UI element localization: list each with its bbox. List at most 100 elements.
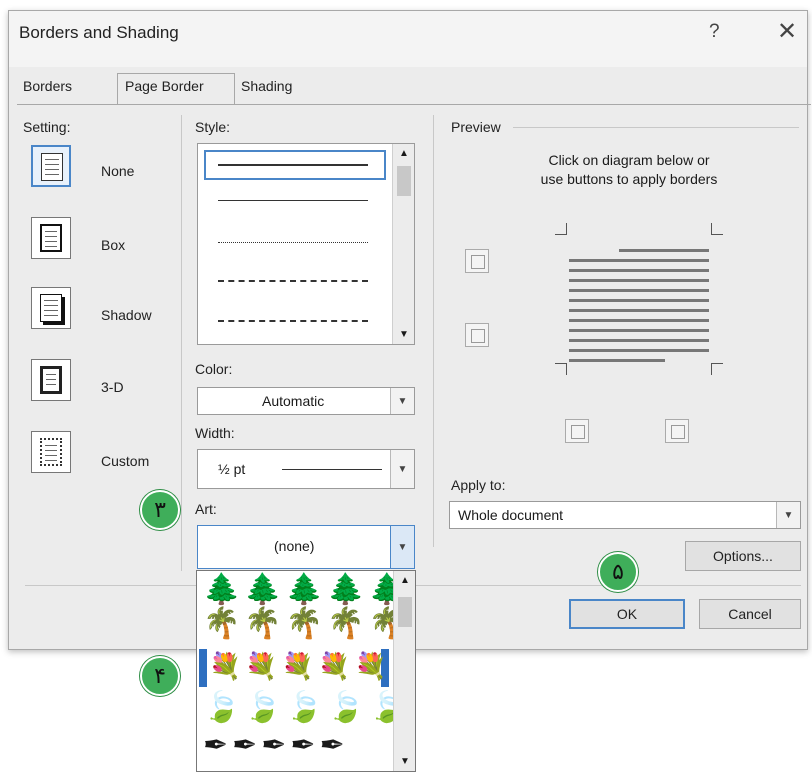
step-5-badge: ۵ [598, 552, 638, 592]
help-button[interactable]: ? [709, 21, 720, 43]
pen-nib-icon: ✒ [290, 729, 316, 762]
scroll-up-icon[interactable]: ▲ [400, 575, 410, 586]
art-option-pen[interactable]: ✒ ✒ ✒ ✒ ✒ [203, 731, 345, 761]
palm-tree-icon: 🌴 [203, 607, 241, 640]
preview-instructions: Click on diagram below or use buttons to… [509, 151, 749, 189]
apply-to-value: Whole document [458, 507, 564, 523]
scroll-thumb[interactable] [397, 166, 411, 196]
preview-rule [513, 127, 799, 128]
setting-none-icon[interactable] [31, 145, 71, 187]
setting-shadow-icon[interactable] [31, 287, 71, 329]
options-button[interactable]: Options... [685, 541, 801, 571]
left-border-button[interactable] [565, 419, 589, 443]
top-border-button[interactable] [465, 249, 489, 273]
color-dropdown[interactable]: Automatic ▼ [197, 387, 415, 415]
right-border-button[interactable] [665, 419, 689, 443]
art-option-leaf[interactable]: 🍃 🍃 🍃 🍃 🍃 [203, 693, 406, 723]
art-option-tree[interactable]: 🌲 🌲 🌲 🌲 🌲 [203, 575, 406, 605]
art-options-list[interactable]: 🌲 🌲 🌲 🌲 🌲 🌴 🌴 🌴 🌴 🌴 💐 💐 💐 💐 💐 🍃 🍃 🍃 🍃 🍃 ✒ ✒ ✒ ✒ ✒ ▲ ▼ [196, 570, 416, 772]
chevron-down-icon[interactable]: ▼ [390, 388, 414, 414]
leaf-icon: 🍃 [285, 691, 324, 724]
art-option-palm[interactable]: 🌴 🌴 🌴 🌴 🌴 [203, 609, 406, 639]
corner-mark [555, 223, 567, 235]
tab-page-border[interactable]: Page Border [125, 78, 204, 94]
preview-page-lines [569, 241, 709, 362]
corner-mark [555, 363, 567, 375]
close-button[interactable]: ✕ [777, 17, 797, 46]
chevron-down-icon[interactable]: ▼ [390, 450, 414, 488]
style-dashed-line[interactable] [218, 280, 368, 282]
style-dotted-line[interactable] [218, 242, 368, 243]
dialog-title: Borders and Shading [19, 23, 179, 42]
palm-tree-icon: 🌴 [327, 607, 365, 640]
cancel-button[interactable]: Cancel [699, 599, 801, 629]
width-value: ½ pt [218, 461, 246, 477]
setting-box-label[interactable]: Box [101, 237, 125, 253]
setting-shadow-label[interactable]: Shadow [101, 307, 152, 323]
color-label: Color: [195, 361, 233, 377]
flower-row: 💐 💐 💐 💐 💐 [209, 653, 387, 679]
pen-nib-icon: ✒ [261, 729, 287, 762]
leaf-icon: 🍃 [244, 691, 282, 724]
art-option-flower-highlighted[interactable]: 💐 💐 💐 💐 💐 [199, 649, 389, 687]
ok-button[interactable]: OK [569, 599, 685, 629]
step-4-badge: ۴ [140, 656, 180, 696]
width-label: Width: [195, 425, 235, 441]
flower-bouquet-icon: 💐 [354, 651, 387, 681]
leaf-icon: 🍃 [203, 691, 241, 724]
palm-tree-icon: 🌴 [244, 607, 282, 640]
tree-icon: 🌲 [244, 573, 282, 606]
corner-mark [711, 223, 723, 235]
setting-box-icon[interactable] [31, 217, 71, 259]
title-bar: Borders and Shading ? ✕ [9, 11, 807, 67]
flower-bouquet-icon: 💐 [209, 651, 242, 681]
style-dash-dot-line[interactable] [218, 320, 368, 322]
tab-shading[interactable]: Shading [241, 78, 292, 94]
setting-label: Setting: [23, 119, 71, 135]
style-scrollbar[interactable]: ▲ ▼ [392, 144, 414, 344]
preview-instructions-line1: Click on diagram below or [548, 152, 710, 168]
chevron-down-icon[interactable]: ▼ [390, 526, 414, 568]
scroll-thumb[interactable] [398, 597, 412, 627]
style-label: Style: [195, 119, 231, 135]
art-scrollbar[interactable]: ▲ ▼ [393, 571, 415, 771]
flower-bouquet-icon: 💐 [245, 651, 278, 681]
palm-tree-icon: 🌴 [285, 607, 324, 640]
pen-nib-icon: ✒ [203, 729, 229, 762]
pen-nib-icon: ✒ [319, 729, 345, 762]
setting-none-label[interactable]: None [101, 163, 134, 179]
setting-3d-label[interactable]: 3-D [101, 379, 124, 395]
scroll-down-icon[interactable]: ▼ [400, 756, 410, 767]
width-dropdown[interactable]: ½ pt ▼ [197, 449, 415, 489]
art-label: Art: [195, 501, 217, 517]
apply-to-dropdown[interactable]: Whole document ▼ [449, 501, 801, 529]
tree-icon: 🌲 [203, 573, 241, 606]
chevron-down-icon[interactable]: ▼ [776, 502, 800, 528]
tab-divider [17, 104, 811, 105]
setting-3d-icon[interactable] [31, 359, 71, 401]
tab-borders[interactable]: Borders [23, 78, 72, 94]
apply-to-label: Apply to: [451, 477, 506, 493]
style-listbox[interactable]: ▲ ▼ [197, 143, 415, 345]
borders-and-shading-dialog: Borders and Shading ? ✕ Borders Page Bor… [8, 10, 811, 650]
setting-custom-label[interactable]: Custom [101, 453, 149, 469]
preview-label: Preview [451, 119, 501, 135]
bottom-border-button[interactable] [465, 323, 489, 347]
setting-custom-icon[interactable] [31, 431, 71, 473]
step-3-badge: ٣ [140, 490, 180, 530]
scroll-up-icon[interactable]: ▲ [399, 148, 409, 159]
tree-icon: 🌲 [285, 573, 324, 606]
style-thin-line[interactable] [218, 200, 368, 201]
scroll-down-icon[interactable]: ▼ [399, 329, 409, 340]
preview-diagram[interactable] [555, 223, 723, 375]
tree-icon: 🌲 [327, 573, 365, 606]
corner-mark [711, 363, 723, 375]
flower-bouquet-icon: 💐 [281, 651, 315, 681]
setting-divider [181, 115, 182, 571]
style-solid-line[interactable] [218, 164, 368, 166]
art-dropdown[interactable]: (none) ▼ [197, 525, 415, 569]
preview-instructions-line2: use buttons to apply borders [540, 171, 718, 187]
preview-divider [433, 115, 434, 547]
color-value: Automatic [262, 393, 325, 409]
pen-nib-icon: ✒ [232, 729, 258, 762]
